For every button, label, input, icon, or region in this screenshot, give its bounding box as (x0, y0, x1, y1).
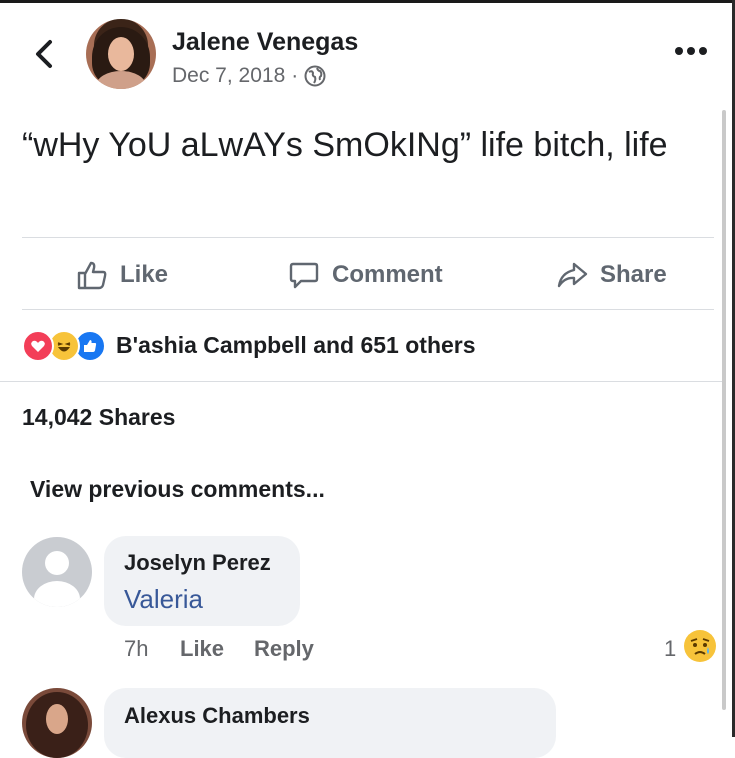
commenter-avatar[interactable] (22, 688, 92, 758)
avatar-body (34, 581, 80, 607)
comment-author[interactable]: Alexus Chambers (124, 703, 310, 729)
avatar-face (108, 37, 134, 71)
view-previous-comments[interactable]: View previous comments... (30, 476, 325, 503)
comment-label: Comment (332, 261, 443, 288)
comment-reply-button[interactable]: Reply (254, 636, 314, 662)
post-author-name[interactable]: Jalene Venegas (172, 28, 358, 57)
chevron-left-icon (36, 40, 52, 68)
comment-icon (289, 262, 319, 289)
post-meta: Dec 7, 2018 · (172, 64, 326, 88)
like-label: Like (120, 261, 169, 288)
avatar-head (45, 551, 69, 575)
comment-button[interactable]: Comment (288, 255, 443, 295)
author-avatar[interactable] (86, 19, 156, 89)
post-date[interactable]: Dec 7, 2018 (172, 64, 285, 88)
more-icon (675, 47, 707, 55)
divider (22, 237, 714, 238)
love-icon (22, 330, 54, 362)
divider (0, 381, 722, 382)
globe-icon (304, 65, 326, 87)
avatar-face (46, 704, 68, 734)
shares-count[interactable]: 14,042 Shares (22, 404, 175, 431)
comment-text[interactable]: Valeria (124, 584, 203, 615)
back-button[interactable] (30, 34, 60, 74)
comment-reaction-count[interactable]: 1 (664, 636, 676, 662)
share-label: Share (600, 261, 667, 288)
post-text: “wHy YoU aLwAYs SmOkINg” life bitch, lif… (22, 126, 668, 164)
reaction-icons[interactable] (22, 330, 106, 362)
scrollbar[interactable] (722, 110, 726, 710)
share-button[interactable]: Share (556, 255, 667, 295)
share-icon (557, 262, 588, 288)
comment-author[interactable]: Joselyn Perez (124, 550, 271, 576)
comment-like-button[interactable]: Like (180, 636, 224, 662)
thumbs-up-icon (77, 261, 107, 290)
default-avatar[interactable] (22, 537, 92, 607)
comment-timestamp: 7h (124, 636, 149, 661)
window-top-edge (0, 0, 735, 3)
meta-separator: · (291, 64, 299, 87)
more-options-button[interactable] (670, 36, 712, 66)
like-button[interactable]: Like (76, 255, 168, 295)
reaction-summary[interactable]: B'ashia Campbell and 651 others (116, 332, 476, 359)
sad-icon (684, 630, 716, 662)
divider (22, 309, 714, 310)
